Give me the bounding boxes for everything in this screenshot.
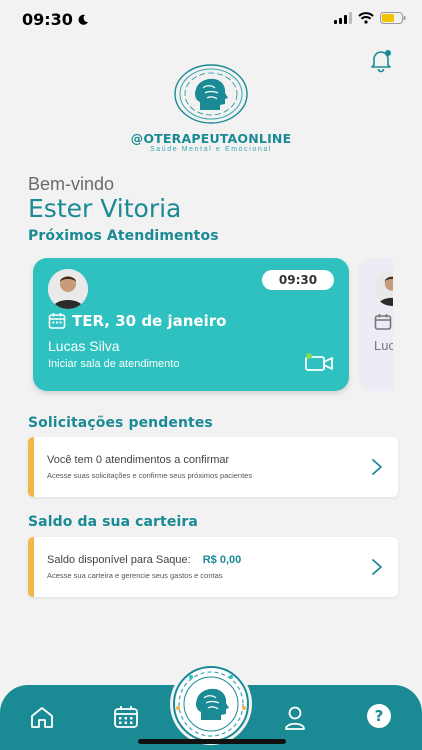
chevron-right-icon[interactable] (370, 557, 384, 577)
wallet-amount: R$ 0,00 (202, 554, 242, 566)
home-icon[interactable] (29, 705, 55, 729)
brand-tagline: Saúde Mental e Emocional (149, 146, 273, 153)
home-indicator (138, 739, 286, 744)
pending-subtitle: Acesse suas solicitações e confirme seus… (47, 471, 253, 480)
status-icons (334, 12, 406, 24)
wallet-subtitle: Acesse sua carteira e gerencie seus gast… (47, 571, 223, 580)
pending-message-row: Você tem 0 atendimentos a confirmar (47, 454, 229, 466)
clock: 09:30 (22, 10, 73, 29)
video-camera-icon[interactable] (304, 353, 334, 373)
appointment-date-row: TER, 30 de janeiro (48, 312, 226, 330)
appointment-card[interactable]: 09:30 TER, 30 de janeiro Lucas Silva Ini… (33, 258, 349, 391)
patient-name: Luc (374, 338, 395, 353)
status-time: 09:30 (22, 10, 89, 29)
pending-title: Solicitações pendentes (28, 415, 213, 431)
moon-icon (78, 14, 88, 25)
appointments-title: Próximos Atendimentos (28, 228, 219, 244)
welcome-text: Bem-vindo (28, 174, 115, 194)
appointment-time: 09:30 (262, 270, 334, 290)
help-icon[interactable]: ? (367, 704, 391, 728)
calendar-icon (48, 313, 66, 329)
battery-icon (380, 12, 406, 24)
card-accent (28, 537, 34, 597)
wallet-title: Saldo da sua carteira (28, 514, 198, 530)
brand-name: @OTERAPEUTAONLINE (130, 131, 292, 146)
chevron-right-icon[interactable] (370, 457, 384, 477)
wallet-label: Saldo disponível para Saque: (47, 554, 191, 566)
avatar-icon (48, 269, 88, 309)
carousel-edge (393, 250, 422, 400)
status-bar: 09:30 (0, 0, 422, 44)
pending-requests-card[interactable]: Você tem 0 atendimentos a confirmar Aces… (28, 437, 398, 497)
start-session-link[interactable]: Iniciar sala de atendimento (48, 358, 179, 370)
appointment-date: TER, 30 de janeiro (72, 312, 227, 330)
help-glyph: ? (374, 707, 384, 725)
card-accent (28, 437, 34, 497)
patient-name: Lucas Silva (48, 338, 120, 354)
user-name: Ester Vitoria (28, 194, 182, 223)
pending-message: Você tem 0 atendimentos a confirmar (47, 454, 230, 466)
wallet-balance-row: Saldo disponível para Saque: R$ 0,00 (47, 554, 241, 566)
profile-icon[interactable] (283, 705, 307, 731)
brand-home-button[interactable] (169, 662, 253, 746)
calendar-icon[interactable] (113, 705, 139, 729)
patient-avatar (48, 269, 88, 309)
notification-bell-icon[interactable] (367, 46, 395, 74)
wallet-card[interactable]: Saldo disponível para Saque: R$ 0,00 Ace… (28, 537, 398, 597)
calendar-icon (374, 314, 392, 330)
brand-logo-icon (174, 64, 248, 124)
signal-icon (334, 12, 352, 24)
wifi-icon (358, 12, 374, 24)
